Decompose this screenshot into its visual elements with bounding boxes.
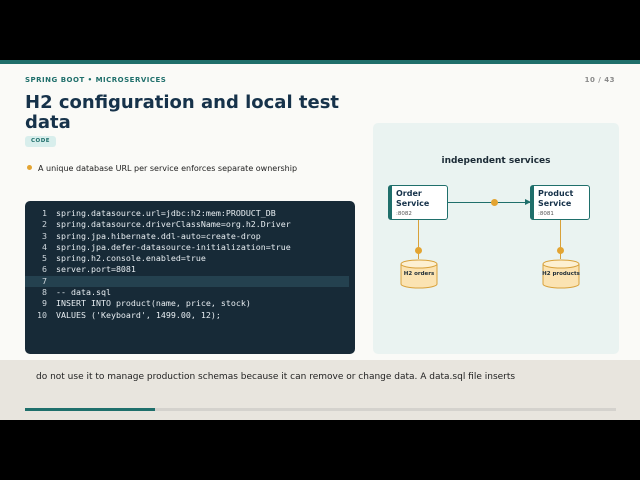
- diagram-panel: independent services Order Service :8082…: [373, 123, 619, 354]
- page-indicator: 10 / 43: [584, 76, 615, 84]
- caption-text: do not use it to manage production schem…: [36, 372, 516, 382]
- order-service-port: :8082: [396, 211, 412, 217]
- progress-track: [25, 408, 616, 411]
- code-text: server.port=8081: [56, 264, 136, 275]
- product-service-port: :8081: [538, 211, 554, 217]
- bullet-text: A unique database URL per service enforc…: [38, 164, 298, 173]
- slide-top-bar: [0, 60, 640, 64]
- code-line: 6 server.port=8081: [25, 264, 355, 275]
- code-line: 9 INSERT INTO product(name, price, stock): [25, 298, 355, 309]
- code-line: 4 spring.jpa.defer-datasource-initializat…: [25, 242, 355, 253]
- line-number: 6: [42, 264, 47, 275]
- order-service-name: Order Service: [396, 189, 430, 208]
- bullet-dot-icon: [27, 165, 32, 170]
- line-number: 7: [42, 275, 47, 286]
- code-text: INSERT INTO product(name, price, stock): [56, 298, 251, 309]
- product-database-cylinder: H2 products: [542, 259, 580, 289]
- order-db-dot-icon: [415, 247, 422, 254]
- code-line: 1 spring.datasource.url=jdbc:h2:mem:PRODU…: [25, 208, 355, 219]
- slide-title: H2 configuration and local test data: [25, 92, 340, 133]
- line-number: 2: [42, 219, 47, 230]
- code-line: 10 VALUES ('Keyboard', 1499.00, 12);: [25, 310, 355, 321]
- line-number: 8: [42, 287, 47, 298]
- code-text: spring.h2.console.enabled=true: [56, 253, 206, 264]
- code-text: spring.jpa.defer-datasource-initializati…: [56, 241, 291, 252]
- section-kicker: SPRING BOOT • MICROSERVICES: [25, 76, 167, 84]
- code-block: 1 spring.datasource.url=jdbc:h2:mem:PRODU…: [25, 201, 355, 354]
- product-db-label: H2 products: [542, 271, 580, 277]
- order-db-label: H2 orders: [403, 271, 435, 277]
- diagram-title: independent services: [441, 156, 551, 166]
- code-line: 7: [25, 275, 349, 288]
- code-line: 2 spring.datasource.driverClassName=org.h…: [25, 219, 355, 230]
- subtitle-caption: do not use it to manage production schem…: [0, 360, 640, 420]
- progress-fill: [25, 408, 156, 411]
- product-service-name: Product Service: [538, 189, 574, 208]
- code-text: -- data.sql: [56, 287, 111, 298]
- connector-dot-icon: [491, 199, 498, 206]
- code-text: spring.datasource.driverClassName=org.h2…: [56, 219, 291, 230]
- code-line: 3 spring.jpa.hibernate.ddl-auto=create-dr…: [25, 231, 355, 242]
- code-text: spring.datasource.url=jdbc:h2:mem:PRODUC…: [56, 208, 276, 218]
- order-service-box: Order Service :8082: [388, 185, 448, 220]
- service-connector-line: [448, 202, 531, 203]
- line-number: 1: [42, 208, 47, 218]
- product-db-dot-icon: [557, 247, 564, 254]
- code-tag-badge: CODE: [25, 136, 57, 147]
- code-line: 5 spring.h2.console.enabled=true: [25, 253, 355, 264]
- product-service-box: Product Service :8081: [530, 185, 590, 220]
- line-number: 5: [42, 253, 47, 264]
- code-line: 8 -- data.sql: [25, 287, 355, 298]
- code-text: spring.jpa.hibernate.ddl-auto=create-dro…: [56, 230, 261, 241]
- code-text: VALUES ('Keyboard', 1499.00, 12);: [56, 309, 221, 320]
- line-number: 9: [42, 298, 47, 309]
- line-number: 3: [42, 230, 47, 241]
- order-database-cylinder: H2 orders: [400, 259, 438, 289]
- line-number: 10: [37, 309, 47, 320]
- bullet-point: A unique database URL per service enforc…: [27, 164, 297, 173]
- line-number: 4: [42, 241, 47, 252]
- slide: SPRING BOOT • MICROSERVICES 10 / 43 H2 c…: [0, 60, 640, 420]
